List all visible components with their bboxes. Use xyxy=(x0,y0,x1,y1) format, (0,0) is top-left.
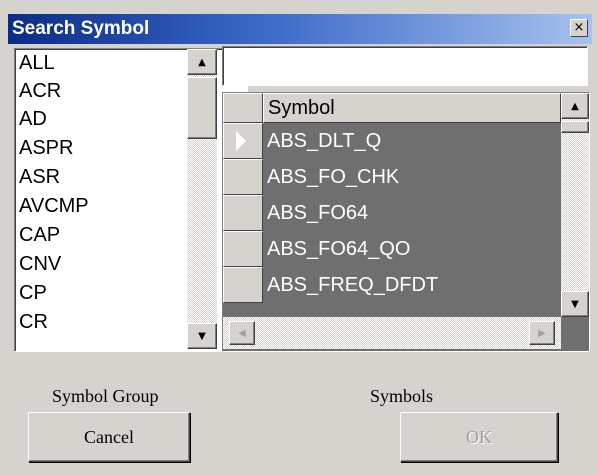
list-item[interactable]: AD xyxy=(19,107,47,131)
table-row[interactable]: ABS_FREQ_DFDT xyxy=(267,273,438,297)
row-header[interactable] xyxy=(223,159,263,195)
search-input[interactable] xyxy=(222,46,588,86)
list-item[interactable]: ACR xyxy=(19,79,61,103)
list-item[interactable]: CP xyxy=(19,281,47,305)
list-item[interactable]: CNV xyxy=(19,252,61,276)
scroll-down-arrow-icon[interactable]: ▼ xyxy=(561,291,589,317)
list-item[interactable]: CAP xyxy=(19,223,60,247)
grid-vertical-scrollbar[interactable]: ▲ ▼ xyxy=(561,93,589,317)
table-row[interactable]: ABS_FO_CHK xyxy=(267,165,399,189)
column-header-symbol[interactable]: Symbol xyxy=(263,93,561,123)
row-header[interactable] xyxy=(223,195,263,231)
close-icon[interactable]: × xyxy=(570,19,588,37)
grid-horizontal-scrollbar[interactable]: ◀ ▶ xyxy=(223,317,561,349)
row-header[interactable] xyxy=(223,231,263,267)
grid-corner-header xyxy=(223,93,263,123)
scrollbar-thumb[interactable] xyxy=(561,121,589,133)
window-title: Search Symbol xyxy=(12,18,150,39)
scroll-left-arrow-icon[interactable]: ◀ xyxy=(229,321,255,345)
symbols-grid[interactable]: Symbol ABS_DLT_Q ABS_FO_CHK ABS_FO64 ABS… xyxy=(222,92,590,352)
scroll-down-arrow-icon[interactable]: ▼ xyxy=(187,323,217,349)
symbol-group-list[interactable]: ALL ACR AD ASPR ASR AVCMP CAP CNV CP CR … xyxy=(14,48,248,352)
list-item[interactable]: AVCMP xyxy=(19,194,89,218)
table-row[interactable]: ABS_FO64_QO xyxy=(267,237,410,261)
list-item[interactable]: ALL xyxy=(19,51,55,75)
symbol-group-label: Symbol Group xyxy=(52,386,159,406)
table-row[interactable]: ABS_FO64 xyxy=(267,201,368,225)
row-pointer-icon xyxy=(236,131,246,151)
scroll-up-arrow-icon[interactable]: ▲ xyxy=(561,93,589,119)
ok-button[interactable]: OK xyxy=(400,412,558,462)
row-header[interactable] xyxy=(223,123,263,159)
scroll-right-arrow-icon[interactable]: ▶ xyxy=(529,321,555,345)
list-item[interactable]: ASR xyxy=(19,165,60,189)
group-list-scrollbar[interactable]: ▲ ▼ xyxy=(187,49,217,349)
cancel-button[interactable]: Cancel xyxy=(28,412,190,462)
scroll-up-arrow-icon[interactable]: ▲ xyxy=(187,49,217,75)
scrollbar-thumb[interactable] xyxy=(187,77,217,139)
list-item[interactable]: CR xyxy=(19,310,48,334)
list-item[interactable]: ASPR xyxy=(19,136,73,160)
title-bar: Search Symbol × xyxy=(8,14,592,44)
symbols-label: Symbols xyxy=(370,386,434,406)
row-header[interactable] xyxy=(223,267,263,303)
table-row[interactable]: ABS_DLT_Q xyxy=(267,129,381,153)
search-symbol-dialog: Search Symbol × ALL ACR AD ASPR ASR AVCM… xyxy=(0,0,598,475)
